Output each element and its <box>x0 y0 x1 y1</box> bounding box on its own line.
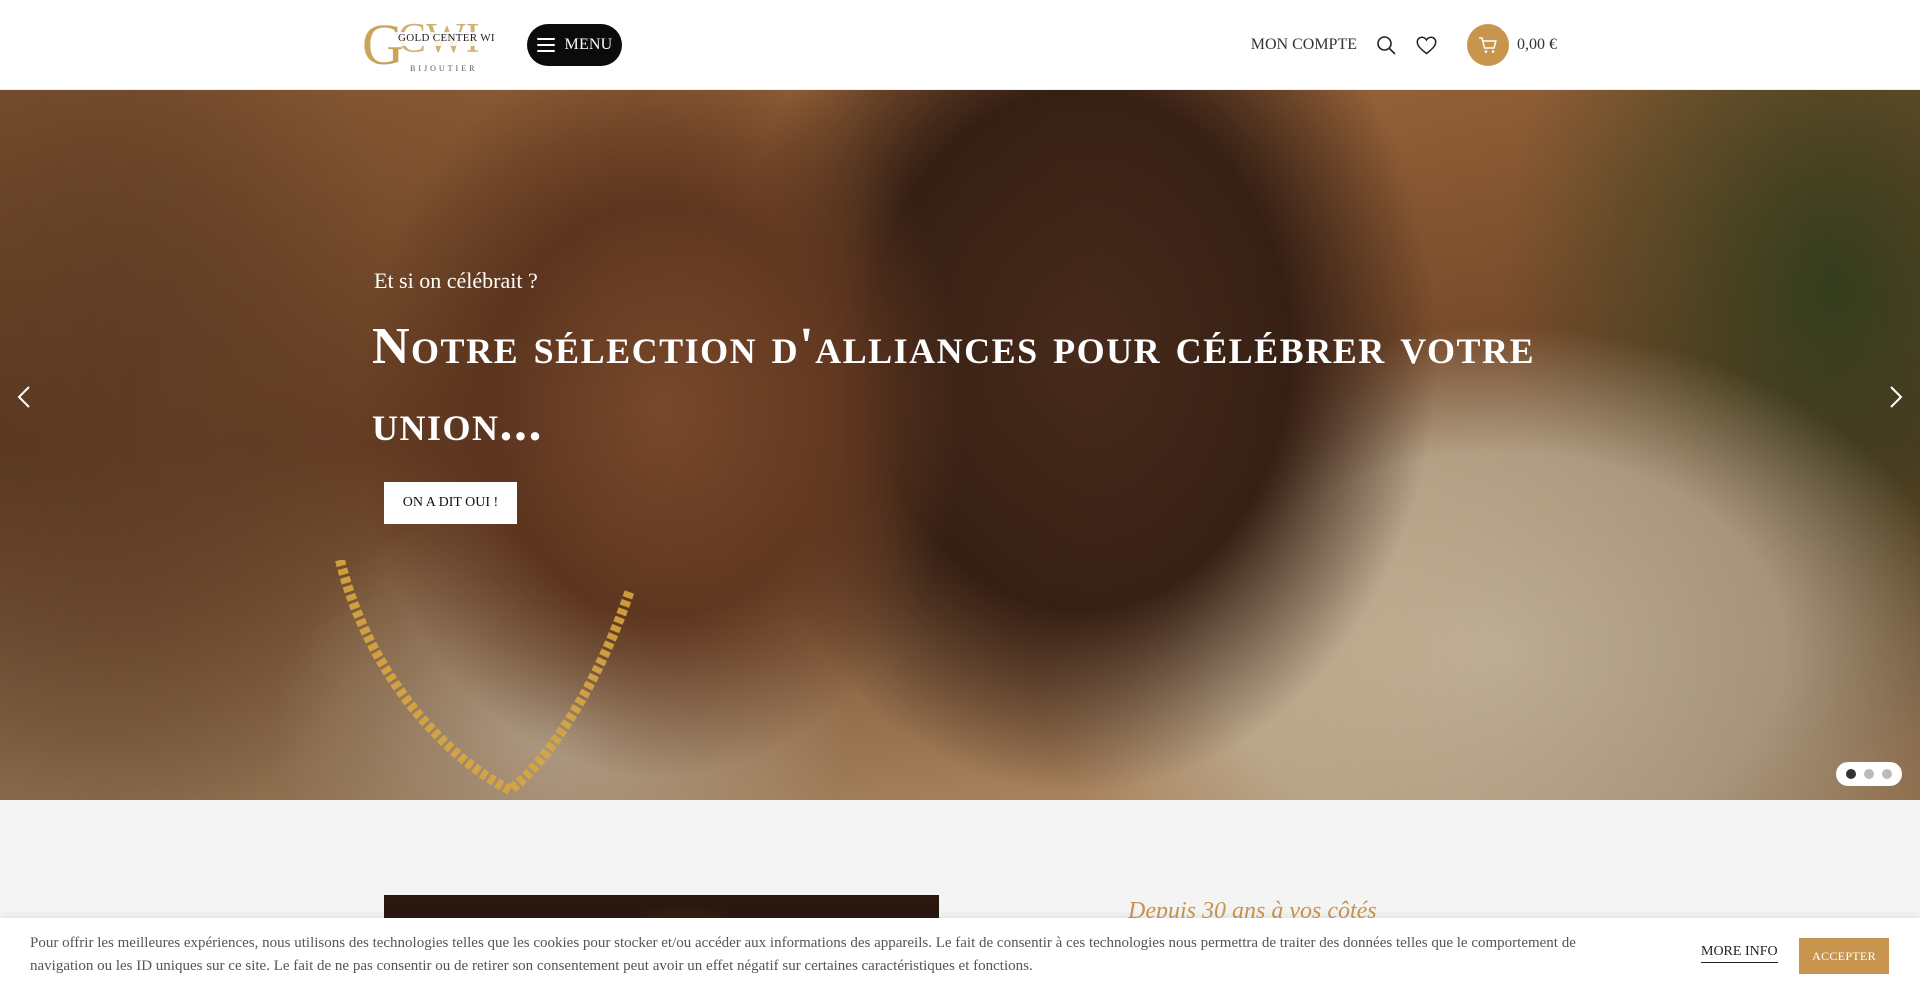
cart-icon <box>1479 37 1497 53</box>
cookie-accept-button[interactable]: ACCEPTER <box>1799 938 1889 974</box>
logo-name: GOLD CENTER WI <box>398 32 495 44</box>
hamburger-icon <box>536 38 555 52</box>
hero-cta-button[interactable]: ON A DIT OUI ! <box>384 482 517 524</box>
header-actions: MON COMPTE 0 0,00 € <box>1251 22 1557 66</box>
logo[interactable]: G CWI GOLD CENTER WI BIJOUTIER <box>362 12 508 76</box>
slider-dot-1[interactable] <box>1846 769 1856 779</box>
slider-dot-3[interactable] <box>1882 769 1892 779</box>
slider-dot-2[interactable] <box>1864 769 1874 779</box>
cookie-banner: Pour offrir les meilleures expériences, … <box>0 918 1920 993</box>
menu-button[interactable]: MENU <box>527 24 622 66</box>
cart-total[interactable]: 0,00 € <box>1517 36 1557 54</box>
menu-label: MENU <box>564 36 613 53</box>
hero-slider: Et si on célébrait ? Notre sélection d'a… <box>0 90 1920 800</box>
hero-subtitle: Et si on célébrait ? <box>374 268 538 293</box>
search-icon[interactable] <box>1375 34 1397 56</box>
cart-count-badge: 0 <box>1500 22 1507 34</box>
hero-title: Notre sélection d'alliances pour célébre… <box>372 318 1535 452</box>
chevron-left-icon[interactable] <box>12 384 38 410</box>
logo-tagline: BIJOUTIER <box>410 64 478 73</box>
heart-icon[interactable] <box>1415 34 1437 56</box>
my-account-link[interactable]: MON COMPTE <box>1251 36 1357 54</box>
hero-background-image <box>335 560 635 796</box>
site-header: G CWI GOLD CENTER WI BIJOUTIER MENU MON … <box>0 0 1920 90</box>
slider-pagination <box>1836 762 1902 786</box>
cookie-more-info-link[interactable]: MORE INFO <box>1701 944 1778 963</box>
cart-button[interactable]: 0 <box>1467 22 1509 66</box>
chevron-right-icon[interactable] <box>1882 384 1908 410</box>
cookie-text: Pour offrir les meilleures expériences, … <box>30 935 1576 974</box>
